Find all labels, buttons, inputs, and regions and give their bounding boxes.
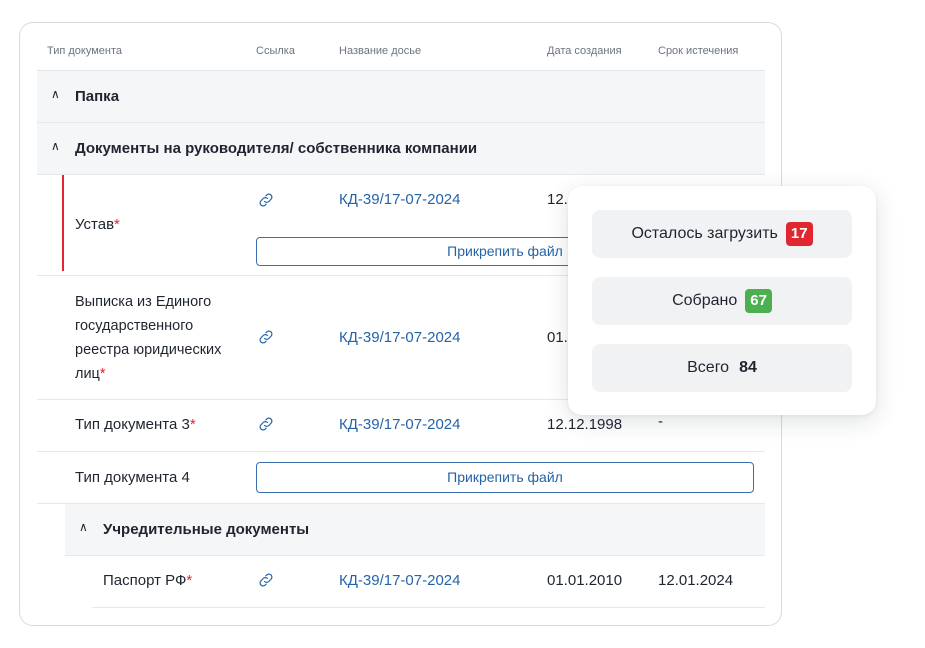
col-header-expires: Срок истечения — [658, 45, 739, 57]
required-missing-marker — [62, 175, 64, 271]
document-type: Устав* — [75, 216, 120, 233]
dossier-link[interactable]: КД-39/17-07-2024 — [339, 572, 460, 589]
chevron-up-icon[interactable]: ∧ — [51, 139, 60, 153]
link-icon[interactable] — [257, 415, 275, 433]
collected-label: Собрано — [672, 292, 738, 309]
remaining-label: Осталось загрузить — [631, 225, 778, 242]
remaining-stat: Осталось загрузить 17 — [592, 210, 852, 258]
col-header-created: Дата создания — [547, 45, 622, 57]
dossier-link[interactable]: КД-39/17-07-2024 — [339, 416, 460, 433]
group-owner-documents[interactable]: ∧ Документы на руководителя/ собственник… — [37, 123, 765, 175]
col-header-type: Тип документа — [47, 45, 123, 57]
link-icon[interactable] — [257, 191, 275, 209]
document-type: Тип документа 4 — [75, 469, 190, 486]
expiry-date: 12.01.2024 — [658, 572, 734, 589]
col-header-link: Ссылка — [256, 45, 295, 57]
chevron-up-icon[interactable]: ∧ — [79, 520, 88, 534]
dossier-link[interactable]: КД-39/17-07-2024 — [339, 329, 460, 346]
document-type: Паспорт РФ* — [103, 572, 193, 589]
group-title: Папка — [75, 88, 120, 105]
created-date: 01.01.2010 — [547, 572, 623, 589]
expiry-date: - — [658, 413, 663, 430]
link-icon[interactable] — [257, 328, 275, 346]
total-stat: Всего 84 — [592, 344, 852, 392]
collected-count-badge: 67 — [745, 289, 772, 313]
chevron-up-icon[interactable]: ∧ — [51, 87, 60, 101]
group-founding-documents[interactable]: ∧ Учредительные документы — [65, 504, 765, 556]
attach-file-button[interactable]: Прикрепить файл — [256, 462, 754, 493]
remaining-count-badge: 17 — [785, 222, 813, 246]
dossier-link[interactable]: КД-39/17-07-2024 — [339, 191, 460, 208]
group-title: Учредительные документы — [103, 521, 310, 538]
document-type: Выписка из Единого государственного реес… — [75, 294, 222, 382]
document-type: Тип документа 3* — [75, 416, 196, 433]
col-header-dossier: Название досье — [339, 45, 422, 57]
total-count: 84 — [739, 359, 757, 376]
total-label: Всего — [687, 359, 730, 376]
link-icon[interactable] — [257, 571, 275, 589]
collected-stat: Собрано 67 — [592, 277, 852, 325]
group-folder[interactable]: ∧ Папка — [37, 71, 765, 123]
created-date: 12.12.1998 — [547, 416, 623, 433]
group-title: Документы на руководителя/ собственника … — [75, 140, 478, 157]
stats-popup: Осталось загрузить 17 Собрано 67 Всего 8… — [568, 186, 876, 415]
